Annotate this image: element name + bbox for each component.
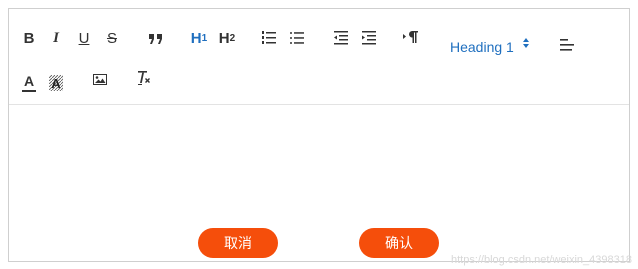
image-icon[interactable]	[91, 71, 109, 87]
ordered-list-icon[interactable]	[261, 30, 277, 46]
background-color-icon[interactable]: A	[48, 73, 64, 93]
rich-text-editor: B I U S H1 H2 Heading 1 A A	[8, 8, 630, 262]
h1-number: 1	[201, 32, 208, 44]
text-direction-icon[interactable]	[402, 29, 420, 45]
confirm-button[interactable]: 确认	[359, 228, 439, 258]
h2-letter: H	[218, 29, 230, 47]
select-arrows-icon	[522, 38, 530, 48]
strikethrough-icon[interactable]: S	[104, 28, 120, 48]
text-color-icon[interactable]: A	[21, 73, 37, 93]
watermark: https://blog.csdn.net/weixin_4398318	[450, 254, 632, 266]
heading-select[interactable]: Heading 1	[450, 37, 530, 57]
outdent-icon[interactable]	[333, 30, 349, 46]
blockquote-icon[interactable]	[147, 30, 165, 48]
clear-format-icon[interactable]	[135, 69, 153, 87]
editor-toolbar: B I U S H1 H2 Heading 1 A A	[9, 9, 629, 103]
bold-icon[interactable]: B	[21, 28, 37, 48]
heading-select-value: Heading 1	[450, 39, 514, 55]
cancel-button[interactable]: 取消	[198, 228, 278, 258]
bullet-list-icon[interactable]	[289, 30, 305, 46]
heading-1-button[interactable]: H1	[189, 28, 209, 48]
indent-icon[interactable]	[361, 30, 377, 46]
h2-number: 2	[229, 32, 236, 44]
editor-content-area[interactable]	[9, 105, 629, 261]
svg-text:A: A	[51, 76, 61, 91]
underline-icon[interactable]: U	[76, 28, 92, 48]
heading-2-button[interactable]: H2	[217, 28, 237, 48]
align-icon[interactable]	[559, 37, 575, 53]
italic-icon[interactable]: I	[48, 28, 64, 48]
h1-letter: H	[190, 29, 202, 47]
